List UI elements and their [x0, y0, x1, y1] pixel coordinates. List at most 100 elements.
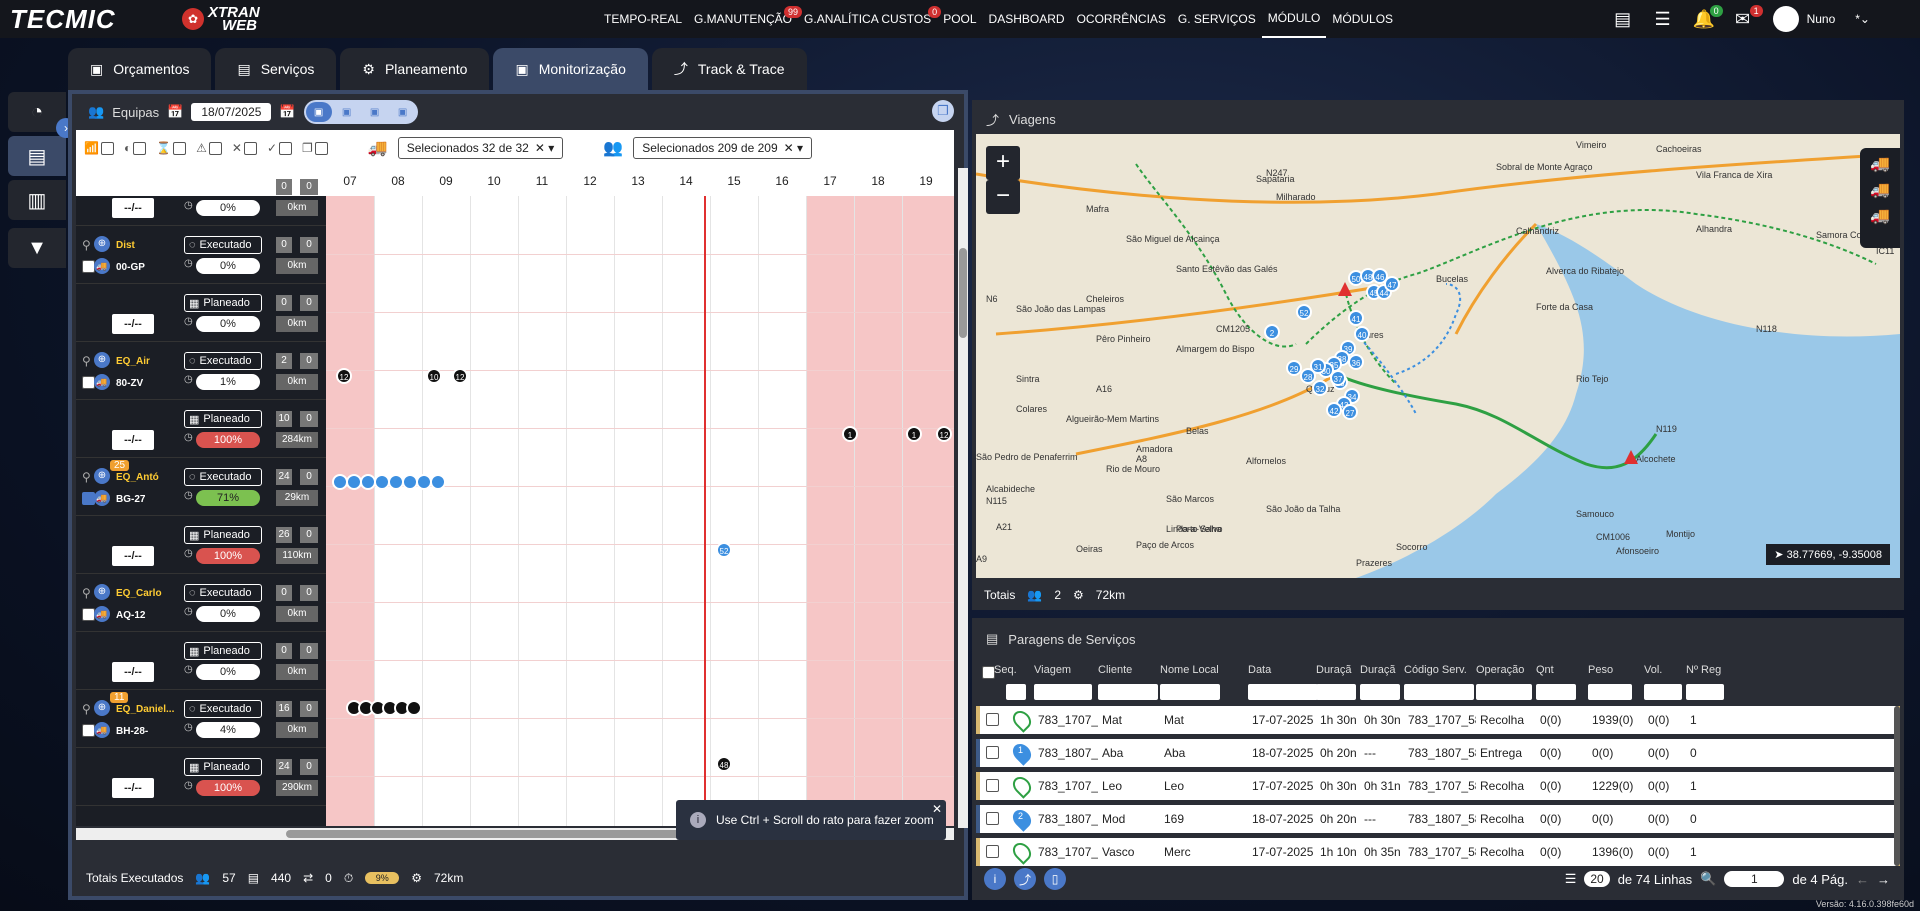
map-marker[interactable]: 40	[1354, 326, 1370, 342]
column-header[interactable]: Nº Reg	[1686, 664, 1721, 676]
cross-filter[interactable]: ✕	[232, 141, 257, 155]
row-checkbox[interactable]	[986, 713, 999, 726]
column-filter[interactable]	[1006, 684, 1026, 700]
vehicles-select[interactable]: Selecionados 32 de 32 ✕ ▾	[397, 137, 564, 159]
nav-item[interactable]: G.MANUTENÇÃO 99	[688, 0, 803, 38]
nav-item[interactable]: DASHBOARD	[983, 0, 1071, 38]
column-filter[interactable]	[1536, 684, 1576, 700]
tab-track-trace[interactable]: ⤴ Track & Trace	[651, 48, 807, 90]
red-triangle-icon[interactable]	[1624, 450, 1638, 464]
calendar-settings-icon[interactable]: 📅	[279, 104, 295, 120]
stop-pin[interactable]: 48	[716, 756, 732, 772]
route-button[interactable]: ⤴	[1014, 868, 1036, 890]
vertical-scrollbar[interactable]	[958, 168, 968, 828]
table-row[interactable]: 2 783_1807_ Mod 169 18-07-2025 00:0 0h 20n ---…	[976, 805, 1900, 833]
prev-page-icon[interactable]: ←	[1856, 872, 1869, 887]
stop-pin[interactable]: 12	[936, 426, 952, 442]
hourglass-filter[interactable]: ⌛	[156, 141, 187, 155]
bell-icon[interactable]: 🔔 0	[1693, 4, 1723, 30]
column-header[interactable]: Data	[1248, 664, 1271, 676]
table-row[interactable]: 783_1707_ Mat Mat 17-07-2025 12:2 1h 30n 0h 3…	[976, 706, 1900, 734]
stop-pin[interactable]: 12	[452, 368, 468, 384]
stop-pin[interactable]	[406, 700, 422, 716]
map-marker[interactable]: 42	[1326, 402, 1342, 418]
month-view-button[interactable]: ▣	[362, 102, 388, 122]
warning-filter[interactable]: ⚠	[196, 141, 222, 155]
truck-list-icon[interactable]: 🚚	[1860, 206, 1900, 226]
copy-filter[interactable]: ❐	[302, 141, 328, 155]
sliders-icon[interactable]: ☰	[1653, 9, 1673, 30]
timeline-grid[interactable]: 1210121112135248	[326, 196, 954, 826]
map-marker[interactable]: 27	[1342, 404, 1358, 420]
tab-monitoriza-o[interactable]: ▣ Monitorização	[493, 48, 648, 90]
time-box[interactable]: --/--	[112, 778, 154, 798]
map-marker[interactable]: 36	[1348, 354, 1364, 370]
column-header[interactable]: Cliente	[1098, 664, 1132, 676]
column-filter[interactable]	[1034, 684, 1092, 700]
tab-servi-os[interactable]: ▤ Serviços	[215, 48, 337, 90]
truck-icon[interactable]: 🚚	[1860, 154, 1900, 174]
map-view[interactable]: Vimeiro Sobral de Monte Agraço Cachoeiras V…	[976, 134, 1900, 578]
week-view-button[interactable]: ▣	[334, 102, 360, 122]
settings-dropdown-icon[interactable]: *⌄	[1855, 12, 1870, 26]
check-filter[interactable]: ✓	[267, 141, 293, 155]
column-header[interactable]: Viagem	[1034, 664, 1071, 676]
column-filter[interactable]	[1644, 684, 1682, 700]
time-box[interactable]: --/--	[112, 546, 154, 566]
row-checkbox[interactable]	[986, 779, 999, 792]
document-icon[interactable]: ▤	[1613, 9, 1633, 30]
tab-planeamento[interactable]: ⚙ Planeamento	[340, 48, 490, 90]
xtran-web-logo[interactable]: ✿ XTRAN WEB	[182, 5, 302, 33]
red-triangle-icon[interactable]	[1338, 282, 1352, 296]
stop-pin[interactable]: 52	[716, 542, 732, 558]
column-header[interactable]: Duraçã	[1360, 664, 1395, 676]
column-filter[interactable]	[1686, 684, 1724, 700]
zoom-out-button[interactable]: −	[986, 180, 1020, 214]
time-box[interactable]: --/--	[112, 314, 154, 334]
column-header[interactable]: Nome Local	[1160, 664, 1219, 676]
report-icon[interactable]: ▥	[8, 180, 66, 220]
column-filter[interactable]	[1098, 684, 1158, 700]
column-filter[interactable]	[1248, 684, 1318, 700]
tecmic-logo[interactable]: TECMIC	[10, 4, 160, 35]
wifi-filter[interactable]: 📶	[84, 141, 114, 155]
messages-icon[interactable]: ✉ 1	[1733, 4, 1763, 30]
stop-pin[interactable]: 1	[842, 426, 858, 442]
map-marker[interactable]: 32	[1312, 380, 1328, 396]
row-checkbox[interactable]	[986, 746, 999, 759]
nav-item[interactable]: MÓDULOS	[1326, 0, 1399, 38]
page-input[interactable]: 1	[1724, 871, 1785, 887]
time-box[interactable]: --/--	[112, 662, 154, 682]
next-page-icon[interactable]: →	[1877, 872, 1890, 887]
map-marker[interactable]: 31	[1310, 358, 1326, 374]
column-filter[interactable]	[1360, 684, 1400, 700]
column-header[interactable]: Peso	[1588, 664, 1613, 676]
nav-item[interactable]: MÓDULO	[1261, 0, 1327, 38]
page-size-select[interactable]: 20	[1584, 871, 1610, 887]
table-row[interactable]: 783_1707_ Leo Leo 17-07-2025 09:3 0h 30n 0h 3…	[976, 772, 1900, 800]
column-header[interactable]: Código Serv.	[1404, 664, 1467, 676]
truck-settings-icon[interactable]: 🚚	[1860, 180, 1900, 200]
time-box[interactable]: --/--	[112, 430, 154, 450]
user-menu[interactable]: Nuno	[1772, 6, 1835, 32]
column-header[interactable]: Duraçã	[1316, 664, 1351, 676]
year-view-button[interactable]: ▣	[390, 102, 416, 122]
status-filter[interactable]: ◐	[124, 141, 147, 155]
nav-item[interactable]: G.ANALÍTICA CUSTOS 0	[798, 0, 942, 38]
filter-icon[interactable]: ▼	[8, 228, 66, 268]
time-box[interactable]: --/--	[112, 198, 154, 218]
stop-pin[interactable]: 10	[426, 368, 442, 384]
column-filter[interactable]	[1404, 684, 1474, 700]
map-marker[interactable]: 2	[1264, 324, 1280, 340]
map-marker[interactable]: 41	[1348, 310, 1364, 326]
column-filter[interactable]	[1588, 684, 1632, 700]
stop-pin[interactable]	[430, 474, 446, 490]
column-filter[interactable]	[1316, 684, 1356, 700]
tab-or-amentos[interactable]: ▣ Orçamentos	[68, 48, 212, 90]
column-header[interactable]: Operação	[1476, 664, 1524, 676]
stop-pin[interactable]: 1	[906, 426, 922, 442]
map-marker[interactable]: 37	[1330, 370, 1346, 386]
column-header[interactable]: Vol.	[1644, 664, 1662, 676]
column-filter[interactable]	[1476, 684, 1532, 700]
zoom-in-button[interactable]: +	[986, 146, 1020, 180]
